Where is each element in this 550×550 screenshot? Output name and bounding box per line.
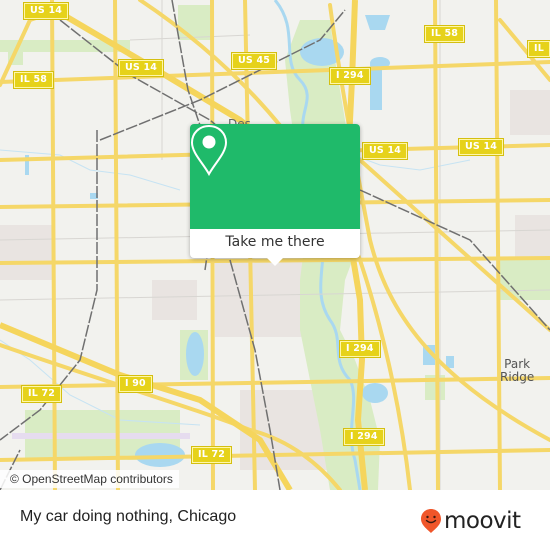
road-shield-us14: US 14 <box>361 142 409 160</box>
place-label-park-ridge: Park Ridge <box>500 357 535 384</box>
road-shield-us14: US 14 <box>117 59 165 77</box>
road-shield-i294: I 294 <box>339 340 381 358</box>
road-shield-il58: IL 58 <box>423 25 466 43</box>
location-pin-icon <box>190 124 228 176</box>
popup-pointer <box>267 258 283 266</box>
road-shield-il72: IL 72 <box>20 385 63 403</box>
road-shield-us14: US 14 <box>457 138 505 156</box>
airport-runway-area <box>12 433 190 439</box>
road-shield-i90: I 90 <box>118 375 153 393</box>
road-shield-il: IL <box>527 40 550 58</box>
road-shield-il72: IL 72 <box>190 446 233 464</box>
moovit-logo[interactable]: moovit <box>420 508 521 534</box>
road-shield-us14: US 14 <box>22 2 70 20</box>
map-attribution[interactable]: © OpenStreetMap contributors <box>0 470 179 488</box>
brand-wordmark: moovit <box>444 508 521 534</box>
road-shield-il58: IL 58 <box>12 71 55 89</box>
road-shield-i294: I 294 <box>329 67 371 85</box>
location-title: My car doing nothing, Chicago <box>20 508 237 525</box>
moovit-smiley-pin-icon <box>421 509 441 533</box>
location-popup: Take me there <box>190 124 360 266</box>
map-view[interactable]: US 14 US 14 IL 58 US 45 IL 58 IL I 294 U… <box>0 0 550 490</box>
popup-header <box>190 124 360 229</box>
road-shield-us45: US 45 <box>230 52 278 70</box>
take-me-there-button[interactable]: Take me there <box>190 229 360 258</box>
road-shield-i294: I 294 <box>343 428 385 446</box>
